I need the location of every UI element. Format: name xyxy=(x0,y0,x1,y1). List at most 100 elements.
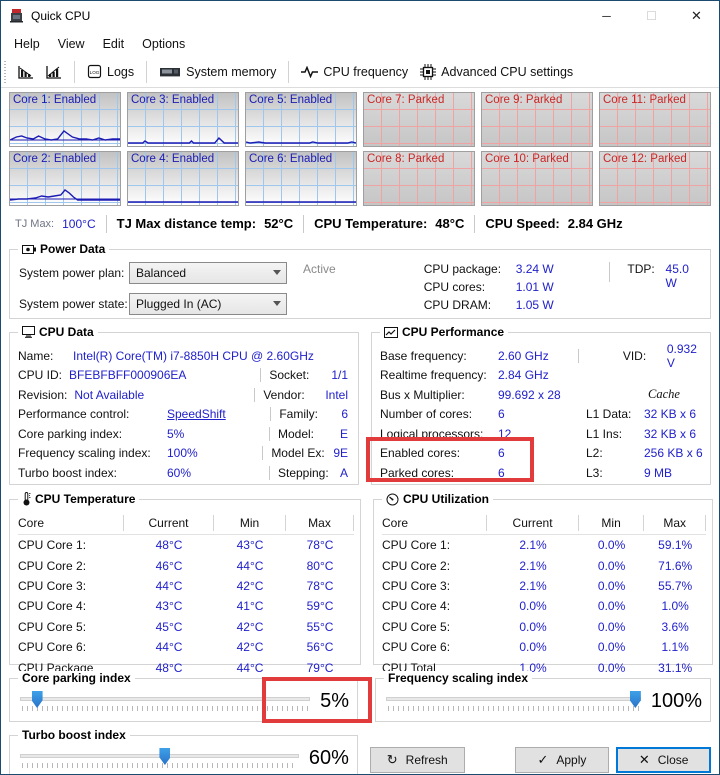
menu-item-edit[interactable]: Edit xyxy=(94,34,134,54)
frequency-scaling-value: 100% xyxy=(651,690,702,713)
cpu-data-row: Turbo boost index:60%Stepping:A xyxy=(18,463,350,483)
core-tile-4: Core 4: Enabled xyxy=(127,151,239,206)
toolbar-separator xyxy=(146,61,147,83)
table-header-max: Max xyxy=(644,512,706,534)
row-value: 48°C xyxy=(124,538,214,552)
core-parking-slider-group: Core parking index 5% xyxy=(9,678,358,722)
cpu-performance-value: 6 xyxy=(498,466,570,480)
vid-label: VID: xyxy=(623,349,667,363)
cpu-data-right-value: A xyxy=(340,466,348,480)
cpu-temperature-title: CPU Temperature xyxy=(18,492,139,506)
tjmax-distance-value: 52°C xyxy=(264,216,293,231)
core-activity-graph xyxy=(10,183,120,205)
row-value: 44°C xyxy=(124,640,214,654)
row-label: CPU Core 3: xyxy=(18,579,124,593)
cpu-performance-row: Realtime frequency:2.84 GHz xyxy=(380,366,702,386)
row-value: 0.0% xyxy=(579,599,645,613)
cpu-data-label: Turbo boost index: xyxy=(18,466,160,480)
row-value: 1.1% xyxy=(644,640,706,654)
minimize-icon[interactable]: ─ xyxy=(584,1,629,31)
core-tile-label: Core 11: Parked xyxy=(603,94,686,106)
toolbar: LOG Logs System memory CPU frequency Adv… xyxy=(1,56,719,88)
maximize-icon[interactable]: ☐ xyxy=(629,1,674,31)
table-row: CPU Core 4:43°C41°C59°C xyxy=(18,596,354,616)
core-tile-label: Core 9: Parked xyxy=(485,94,562,106)
core-tile-label: Core 12: Parked xyxy=(603,153,687,165)
cpu-data-label: Frequency scaling index: xyxy=(18,446,160,460)
core-activity-graph xyxy=(128,183,238,205)
core-parking-slider[interactable] xyxy=(20,689,310,713)
slider-track[interactable] xyxy=(20,697,310,701)
window-title: Quick CPU xyxy=(31,9,90,23)
toolbar-bar-chart-ascending-button[interactable] xyxy=(40,61,68,83)
row-value: 0.0% xyxy=(579,579,645,593)
toolbar-cpu-frequency-button[interactable]: CPU frequency xyxy=(295,61,414,83)
slider-track[interactable] xyxy=(386,697,641,701)
cpu-data-right-value: Intel xyxy=(325,388,348,402)
row-label: CPU Core 6: xyxy=(18,640,124,654)
row-value: 3.6% xyxy=(644,620,706,634)
power-reading-value: 3.24 W xyxy=(516,262,554,276)
apply-button[interactable]: ✓ Apply xyxy=(515,747,610,773)
toolbar-logs-button[interactable]: LOG Logs xyxy=(81,60,140,83)
cpu-data-label: Performance control: xyxy=(18,407,160,421)
table-row: CPU Core 1:48°C43°C78°C xyxy=(18,535,354,555)
row-value: 46°C xyxy=(124,559,214,573)
cpu-performance-value: 6 xyxy=(498,407,570,421)
cpu-performance-label: Bus x Multiplier: xyxy=(380,388,498,402)
cpu-speed-label: CPU Speed: xyxy=(485,216,559,231)
row-value: 43°C xyxy=(214,538,286,552)
table-header-text: Max xyxy=(286,516,353,530)
cpu-performance-label: Enabled cores: xyxy=(380,446,498,460)
core-tile-10: Core 10: Parked xyxy=(481,151,593,206)
toolbar-bar-chart-descending-button[interactable] xyxy=(12,61,40,83)
turbo-boost-slider[interactable] xyxy=(20,746,299,770)
toolbar-grip[interactable] xyxy=(3,61,8,83)
tjmax-info-bar: TJ Max: 100°C TJ Max distance temp: 52°C… xyxy=(1,208,719,239)
menu-item-options[interactable]: Options xyxy=(133,34,194,54)
divider xyxy=(609,262,610,282)
divider xyxy=(353,515,354,531)
toolbar-system-memory-button[interactable]: System memory xyxy=(153,61,282,83)
core-tile-label: Core 2: Enabled xyxy=(13,153,96,165)
system-power-state-label: System power state: xyxy=(19,297,129,311)
core-tile-label: Core 4: Enabled xyxy=(131,153,214,165)
core-tile-label: Core 1: Enabled xyxy=(13,94,96,106)
pulse-icon xyxy=(301,66,318,78)
table-header-text: Current xyxy=(487,516,577,530)
core-tile-label: Core 3: Enabled xyxy=(131,94,214,106)
toolbar-logs-label: Logs xyxy=(107,65,134,79)
speedshift-link[interactable]: SpeedShift xyxy=(167,407,226,421)
row-value: 0.0% xyxy=(579,559,645,573)
cpu-data-right-value: 6 xyxy=(341,407,348,421)
menu-item-help[interactable]: Help xyxy=(5,34,49,54)
close-button[interactable]: ✕ Close xyxy=(616,747,711,773)
cpu-performance-title: CPU Performance xyxy=(380,325,508,339)
cpu-data-value: 100% xyxy=(167,446,198,460)
cpu-data-right-value: 9E xyxy=(333,446,348,460)
row-value: 43°C xyxy=(124,599,214,613)
row-value: 2.1% xyxy=(487,579,578,593)
log-file-icon: LOG xyxy=(87,64,102,79)
titlebar: Quick CPU ─ ☐ ✕ xyxy=(1,1,719,31)
menu-item-view[interactable]: View xyxy=(49,34,94,54)
refresh-button[interactable]: ↻ Refresh xyxy=(370,747,465,773)
frequency-scaling-slider[interactable] xyxy=(386,689,641,713)
close-icon[interactable]: ✕ xyxy=(674,1,719,31)
cpu-data-left: Frequency scaling index: 100% xyxy=(18,446,226,460)
system-power-plan-select[interactable]: Balanced xyxy=(129,262,287,284)
cache-size-value: 9 MB xyxy=(644,466,720,480)
toolbar-system-memory-label: System memory xyxy=(186,65,276,79)
cpu-temperature-value: 48°C xyxy=(435,216,464,231)
power-reading-label: CPU DRAM: xyxy=(424,298,516,312)
cpu-data-value: 5% xyxy=(167,427,184,441)
core-tile-label: Core 10: Parked xyxy=(485,153,569,165)
core-tile-8: Core 8: Parked xyxy=(363,151,475,206)
vid-value: 0.932 V xyxy=(667,342,702,370)
core-tile-3: Core 3: Enabled xyxy=(127,92,239,147)
toolbar-advanced-cpu-settings-button[interactable]: Advanced CPU settings xyxy=(414,60,579,84)
cpu-data-left: Turbo boost index:60% xyxy=(18,466,226,480)
table-row: CPU Core 6:44°C42°C56°C xyxy=(18,637,354,657)
system-power-state-select[interactable]: Plugged In (AC) xyxy=(129,293,287,315)
row-label: CPU Core 5: xyxy=(18,620,124,634)
